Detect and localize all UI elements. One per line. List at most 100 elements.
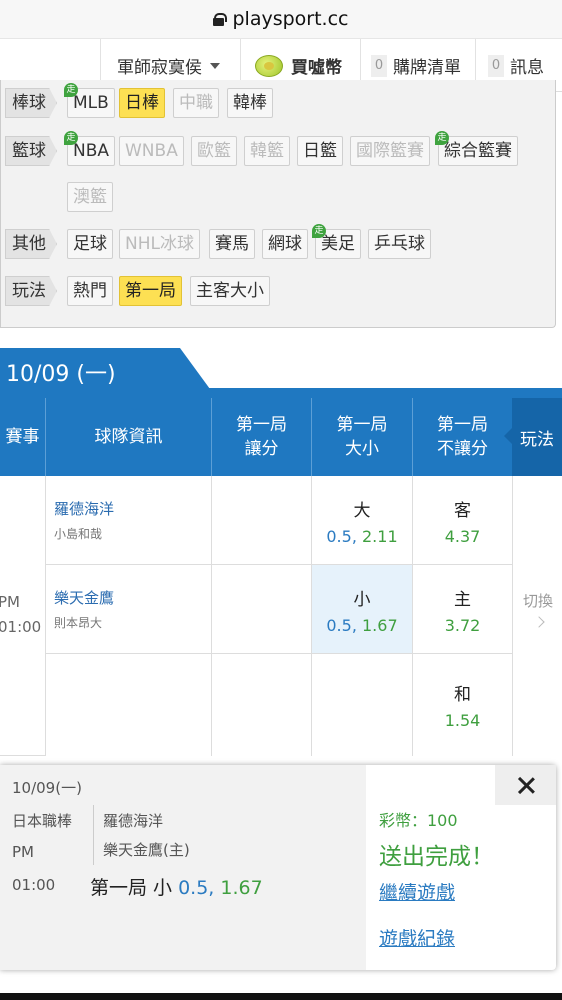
moneyline-draw-cell[interactable]: 和 1.54	[412, 654, 512, 756]
switch-label[interactable]: 切換	[523, 590, 553, 611]
filter-tag-mlb[interactable]: 走 MLB	[64, 83, 115, 118]
filter-tag-euro-basketball[interactable]: 歐籃	[191, 136, 237, 166]
header-play-type[interactable]: 玩法	[504, 398, 562, 476]
popup-success: 送出完成！	[379, 844, 494, 870]
filter-tag-hot[interactable]: 熱門	[67, 276, 113, 306]
header-moneyline: 第一局 不讓分	[412, 398, 512, 476]
moneyline-away-cell[interactable]: 客 4.37	[412, 476, 512, 565]
filter-tag-tennis[interactable]: 網球	[262, 229, 308, 259]
date-label: 10/09 (一)	[6, 362, 116, 387]
popup-coins: 彩幣：100	[379, 811, 458, 830]
filter-tag-npb[interactable]: 日棒	[119, 88, 165, 118]
chevron-down-icon	[210, 62, 220, 69]
away-team-name[interactable]: 羅德海洋	[54, 498, 114, 519]
away-pitcher: 小島和哉	[54, 527, 103, 541]
filter-label: 玩法	[5, 276, 57, 306]
popup-date: 10/09(一)	[12, 779, 82, 797]
purchase-list-label: 購牌清單	[393, 58, 461, 78]
filter-row-basketball-cont: 澳籃	[1, 182, 557, 214]
filter-tag-nba[interactable]: 走 NBA	[64, 131, 116, 166]
close-button[interactable]	[495, 765, 556, 805]
live-badge-icon: 走	[435, 131, 449, 145]
filter-tag-soccer[interactable]: 足球	[67, 229, 113, 259]
under-line: 0.5,	[326, 616, 357, 635]
header-handicap: 第一局 讓分	[211, 398, 311, 476]
total-over-cell[interactable]: 大 0.5, 2.11	[311, 476, 412, 565]
filter-label: 籃球	[5, 136, 57, 166]
filter-tag-home-away-total[interactable]: 主客大小	[190, 276, 270, 306]
popup-pick: 第一局 小 0.5, 1.67	[90, 873, 263, 900]
filter-tag-first-inning[interactable]: 第一局	[119, 276, 182, 306]
draw-ml-label: 和	[454, 685, 471, 705]
buy-coins-label: 買噓幣	[291, 58, 342, 78]
filter-row-play-type: 玩法 熱門 第一局 主客大小	[1, 276, 557, 308]
popup-team1: 羅德海洋	[103, 812, 164, 830]
home-team-name[interactable]: 樂天金鷹	[54, 587, 114, 608]
live-badge-icon: 走	[312, 224, 326, 238]
filter-tag-cpbl[interactable]: 中職	[173, 88, 219, 118]
handicap-cell-draw	[211, 654, 311, 756]
filter-tag-nfl[interactable]: 走美足	[312, 224, 361, 259]
draw-ml-odds: 1.54	[444, 711, 481, 730]
total-empty-cell	[311, 654, 412, 756]
filter-tag-kbo[interactable]: 韓棒	[227, 88, 273, 118]
popup-period: PM	[12, 843, 34, 861]
filter-label: 其他	[5, 229, 57, 259]
away-ml-label: 客	[454, 501, 471, 521]
filter-tag-mixed-basketball[interactable]: 走綜合籃賽	[435, 131, 518, 166]
popup-divider	[93, 805, 94, 865]
filter-tag-intl-basketball[interactable]: 國際籃賽	[350, 136, 430, 166]
over-label: 大	[353, 501, 371, 521]
filter-label: 棒球	[5, 88, 57, 118]
header-team-info: 球隊資訊	[45, 398, 211, 476]
home-ml-odds: 3.72	[444, 616, 481, 635]
popup-pick-label: 第一局 小	[90, 877, 173, 899]
lock-icon	[213, 12, 228, 26]
filter-tag-japan-basketball[interactable]: 日籃	[297, 136, 343, 166]
away-ml-odds: 4.37	[444, 527, 481, 546]
filter-tag-korea-basketball[interactable]: 韓籃	[244, 136, 290, 166]
continue-game-link[interactable]: 繼續遊戲	[379, 878, 455, 905]
home-ml-label: 主	[454, 590, 471, 610]
home-pitcher: 則本昂大	[54, 616, 103, 630]
date-header: 10/09 (一)	[0, 348, 562, 400]
bet-confirmation-popup: 10/09(一) 日本職棒 PM 01:00 羅德海洋 樂天金鷹(主) 第一局 …	[0, 765, 556, 970]
game-time: 01:00	[0, 618, 42, 636]
switch-cell[interactable]: 切換	[512, 476, 562, 756]
team-row-away[interactable]: 羅德海洋 小島和哉	[45, 476, 211, 565]
popup-pick-line: 0.5,	[178, 877, 215, 899]
live-badge-icon: 走	[64, 83, 78, 97]
header-event: 賽事	[5, 427, 40, 447]
total-under-cell[interactable]: 小 0.5, 1.67	[311, 565, 412, 654]
filter-panel: 棒球 走 MLB 日棒 中職 韓棒 籃球 走 NBA WNBA 歐籃 韓籃 日籃 國…	[0, 80, 556, 328]
under-label: 小	[353, 590, 371, 610]
game-history-link[interactable]: 遊戲紀錄	[379, 924, 455, 951]
team-row-home[interactable]: 樂天金鷹 則本昂大	[45, 565, 211, 654]
moneyline-home-cell[interactable]: 主 3.72	[412, 565, 512, 654]
team-row-draw	[45, 654, 211, 756]
messages-count-badge: 0	[488, 54, 504, 77]
handicap-cell-home	[211, 565, 311, 654]
filter-tag-aus-basketball[interactable]: 澳籃	[67, 182, 113, 212]
bottom-bar	[0, 993, 562, 1000]
filter-tag-table-tennis[interactable]: 乒乓球	[368, 229, 431, 259]
filter-tag-nhl[interactable]: NHL冰球	[119, 229, 200, 259]
game-time-cell: PM 01:00	[0, 476, 45, 756]
filter-tag-wnba[interactable]: WNBA	[119, 136, 184, 166]
browser-url-bar[interactable]: playsport.cc	[0, 0, 562, 38]
filter-row-basketball: 籃球 走 NBA WNBA 歐籃 韓籃 日籃 國際籃賽 走綜合籃賽	[1, 131, 557, 168]
url-text: playsport.cc	[232, 8, 349, 30]
under-odds: 1.67	[362, 616, 398, 635]
chevron-right-icon	[533, 616, 545, 628]
over-line: 0.5,	[326, 527, 357, 546]
purchase-count-badge: 0	[371, 54, 387, 77]
coin-icon	[255, 54, 283, 77]
filter-tag-horse-racing[interactable]: 賽馬	[209, 229, 255, 259]
over-odds: 2.11	[362, 527, 398, 546]
bet-summary: 10/09(一) 日本職棒 PM 01:00 羅德海洋 樂天金鷹(主) 第一局 …	[0, 765, 366, 970]
handicap-cell-away	[211, 476, 311, 565]
user-name: 軍師寂寞侯	[117, 58, 202, 78]
table-header: 賽事 球隊資訊 第一局 讓分 第一局 大小 第一局 不讓分 玩法	[0, 398, 562, 476]
filter-row-other: 其他 足球 NHL冰球 賽馬 網球 走美足 乒乓球	[1, 224, 557, 261]
popup-pick-odds: 1.67	[220, 877, 263, 899]
